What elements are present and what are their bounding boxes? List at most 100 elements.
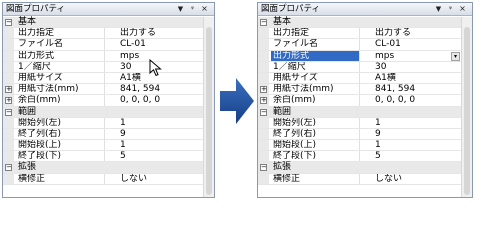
property-value[interactable]: 5 <box>117 151 203 162</box>
category-range[interactable]: − 範囲 <box>258 106 461 118</box>
property-value[interactable]: しない <box>117 174 203 185</box>
property-value[interactable]: 9 <box>117 129 203 140</box>
property-value[interactable]: しない <box>372 174 461 185</box>
property-row[interactable]: 終了段(下) 5 <box>258 151 461 163</box>
property-value[interactable]: 出力する <box>372 28 461 39</box>
category-basic[interactable]: − 基本 <box>3 17 203 29</box>
property-value[interactable]: A1横 <box>372 73 461 84</box>
close-icon[interactable]: × <box>200 4 209 14</box>
collapse-icon[interactable]: − <box>260 108 267 116</box>
property-name: 出力指定 <box>271 28 360 39</box>
property-name: 用紙サイズ <box>271 72 360 84</box>
property-row[interactable]: ファイル名 CL-01 <box>3 39 203 51</box>
property-row[interactable]: ファイル名 CL-01 <box>258 39 461 51</box>
property-grid: − 基本 出力指定 出力する ファイル名 CL-01 出力形式 mps 1／縮尺 30 … <box>3 17 203 197</box>
property-row[interactable]: 1／縮尺 30 <box>258 61 461 73</box>
property-row[interactable]: 出力形式 mps <box>3 50 203 62</box>
property-row[interactable]: + 余白(mm) 0, 0, 0, 0 <box>3 95 203 107</box>
category-extend[interactable]: − 拡張 <box>3 162 203 174</box>
property-row-selected[interactable]: 出力形式 mps ▾ <box>258 50 461 62</box>
property-row[interactable]: 出力指定 出力する <box>3 28 203 40</box>
property-value[interactable]: 1 <box>117 118 203 129</box>
row-gutter <box>258 140 269 151</box>
property-value[interactable]: 30 <box>372 62 461 73</box>
property-name: 横修正 <box>271 173 360 184</box>
property-row[interactable]: + 余白(mm) 0, 0, 0, 0 <box>258 95 461 107</box>
panel-titlebar: 図面プロパティ ▼ ᵠ × <box>3 3 214 16</box>
property-row[interactable]: 開始段(上) 1 <box>258 140 461 152</box>
property-row[interactable]: 横修正 しない <box>3 173 203 185</box>
property-value[interactable]: 841, 594 <box>372 84 461 95</box>
property-name: 開始列(左) <box>16 117 105 128</box>
category-range[interactable]: − 範囲 <box>3 106 203 118</box>
property-row[interactable]: 用紙サイズ A1横 <box>258 72 461 85</box>
collapse-icon[interactable]: − <box>260 19 267 26</box>
vertical-scrollbar[interactable] <box>461 17 472 197</box>
pin-icon[interactable]: ᵠ <box>188 4 197 14</box>
scrollbar-thumb[interactable] <box>206 27 212 195</box>
scrollbar-thumb[interactable] <box>464 27 470 195</box>
row-gutter <box>3 151 14 162</box>
row-gutter <box>258 39 269 50</box>
category-basic[interactable]: − 基本 <box>258 17 461 29</box>
collapse-icon[interactable]: − <box>5 19 12 26</box>
property-name: 用紙寸法(mm) <box>271 84 360 95</box>
property-name: 終了段(下) <box>16 151 105 162</box>
dropdown-menu-icon[interactable]: ▼ <box>176 4 185 14</box>
property-value[interactable]: 1 <box>117 140 203 151</box>
property-grid: − 基本 出力指定 出力する ファイル名 CL-01 出力形式 mps ▾ 1／縮尺 30… <box>258 17 461 197</box>
property-name: 横修正 <box>16 173 105 184</box>
close-icon[interactable]: × <box>458 4 467 14</box>
property-row[interactable]: 終了列(右) 9 <box>258 128 461 141</box>
property-value[interactable]: 841, 594 <box>117 84 203 95</box>
property-value[interactable]: 0, 0, 0, 0 <box>117 95 203 106</box>
expand-icon[interactable]: + <box>5 97 12 105</box>
panel-title: 図面プロパティ <box>6 4 65 14</box>
property-value[interactable]: CL-01 <box>117 39 203 50</box>
property-row[interactable]: 1／縮尺 30 <box>3 61 203 73</box>
row-gutter <box>3 173 14 184</box>
collapse-icon[interactable]: − <box>260 164 267 172</box>
expand-icon[interactable]: + <box>5 86 12 94</box>
panel-title: 図面プロパティ <box>261 4 320 14</box>
dropdown-menu-icon[interactable]: ▼ <box>434 4 443 14</box>
property-name: 開始段(上) <box>16 140 105 151</box>
row-gutter <box>3 72 14 84</box>
collapse-icon[interactable]: − <box>5 164 12 172</box>
property-name: 出力形式 <box>16 50 105 61</box>
row-gutter <box>3 50 14 61</box>
property-row[interactable]: 開始列(左) 1 <box>258 117 461 129</box>
property-value[interactable]: 1 <box>372 140 461 151</box>
property-row[interactable]: 横修正 しない <box>258 173 461 185</box>
row-gutter <box>258 128 269 140</box>
property-value[interactable]: 9 <box>372 129 461 140</box>
property-row[interactable]: 開始段(上) 1 <box>3 140 203 152</box>
property-value[interactable]: mps <box>372 51 461 62</box>
property-row[interactable]: 終了列(右) 9 <box>3 128 203 141</box>
property-row[interactable]: + 用紙寸法(mm) 841, 594 <box>3 84 203 96</box>
property-value[interactable]: 5 <box>372 151 461 162</box>
category-extend[interactable]: − 拡張 <box>258 162 461 174</box>
property-value[interactable]: 1 <box>372 118 461 129</box>
row-gutter <box>3 39 14 50</box>
collapse-icon[interactable]: − <box>5 108 12 116</box>
property-row[interactable]: + 用紙寸法(mm) 841, 594 <box>258 84 461 96</box>
property-row[interactable]: 終了段(下) 5 <box>3 151 203 163</box>
expand-icon[interactable]: + <box>260 86 267 94</box>
property-row[interactable]: 用紙サイズ A1横 <box>3 72 203 85</box>
category-label: 基本 <box>18 17 37 27</box>
pin-icon[interactable]: ᵠ <box>446 4 455 14</box>
property-value[interactable]: 出力する <box>117 28 203 39</box>
property-name: 余白(mm) <box>16 95 105 106</box>
category-label: 範囲 <box>273 106 292 117</box>
property-row[interactable]: 開始列(左) 1 <box>3 117 203 129</box>
vertical-scrollbar[interactable] <box>203 17 214 197</box>
expand-icon[interactable]: + <box>260 97 267 105</box>
property-value[interactable]: CL-01 <box>372 39 461 50</box>
row-gutter: + <box>3 84 14 95</box>
category-label: 基本 <box>273 17 292 27</box>
dropdown-arrow-icon[interactable]: ▾ <box>451 51 460 61</box>
property-value[interactable]: 0, 0, 0, 0 <box>372 95 461 106</box>
property-row[interactable]: 出力指定 出力する <box>258 28 461 40</box>
property-name: 用紙寸法(mm) <box>16 84 105 95</box>
